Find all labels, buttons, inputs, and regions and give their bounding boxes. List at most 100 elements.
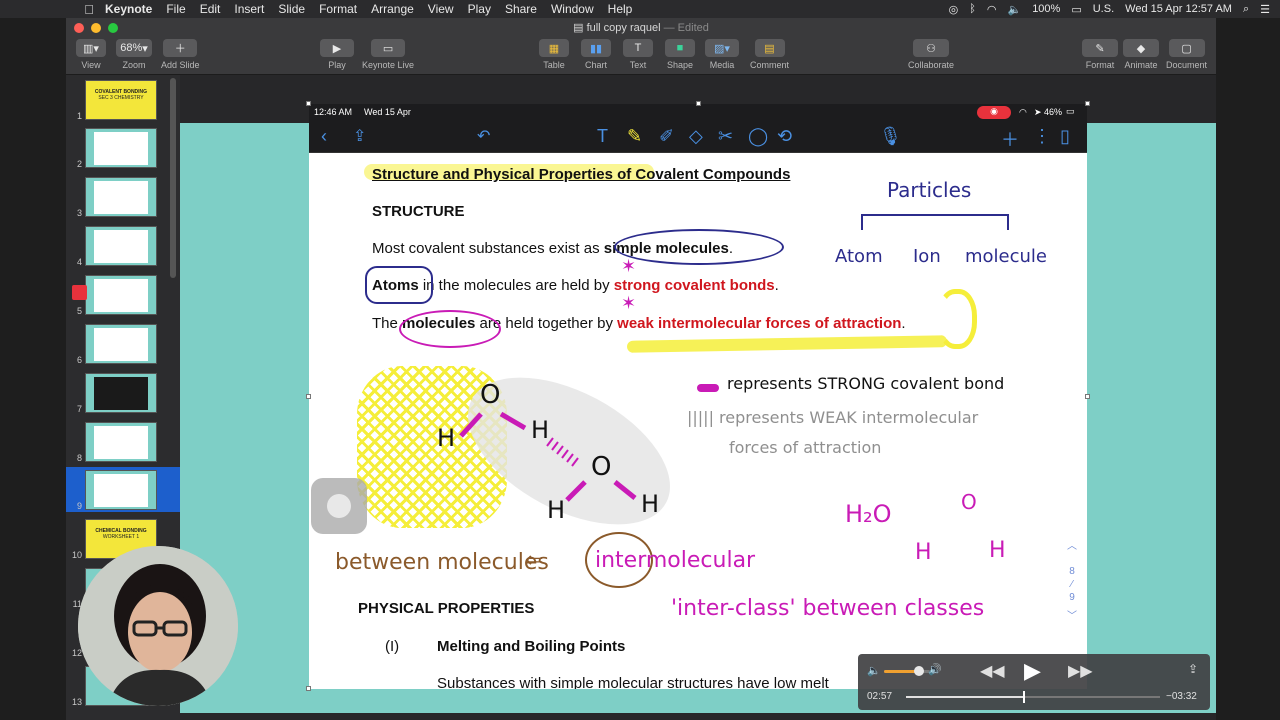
- page-up-icon[interactable]: ︿: [1061, 540, 1083, 553]
- keynote-live-button[interactable]: ▭ Keynote Live: [362, 39, 414, 70]
- atoms-circle: [365, 266, 433, 304]
- slide-thumbnail-7[interactable]: 7: [66, 370, 180, 415]
- slide-thumbnail-2[interactable]: 2: [66, 125, 180, 170]
- page-down-icon[interactable]: ﹀: [1061, 610, 1083, 623]
- more-options-icon[interactable]: ⋮: [1033, 126, 1051, 147]
- menu-share[interactable]: Share: [498, 2, 544, 16]
- volume-icon[interactable]: 🔈: [1007, 3, 1021, 16]
- shape-tool-icon[interactable]: ◯: [748, 126, 768, 147]
- scissors-tool-icon[interactable]: ✂: [718, 126, 733, 147]
- zoom-button[interactable]: 68% ▾ Zoom: [116, 39, 152, 70]
- lasso-tool-icon[interactable]: ⟲: [777, 126, 792, 147]
- media-icon: ▨▾: [705, 39, 739, 57]
- selection-handle[interactable]: [306, 686, 311, 691]
- stop-recording-button[interactable]: [72, 285, 87, 300]
- selection-handle[interactable]: [306, 394, 311, 399]
- assistive-touch-button[interactable]: [311, 478, 367, 534]
- menu-app[interactable]: Keynote: [98, 2, 159, 16]
- share-icon[interactable]: ⇪: [1188, 662, 1198, 676]
- wifi-icon[interactable]: ◠: [987, 3, 997, 16]
- animate-button[interactable]: ◆ Animate: [1123, 39, 1159, 70]
- view-button[interactable]: ▥▾ View: [76, 39, 106, 70]
- add-slide-button[interactable]: ＋ Add Slide: [161, 39, 200, 70]
- slide-thumbnail-9[interactable]: 9: [66, 467, 180, 512]
- play-icon: ▶: [320, 39, 354, 57]
- mini-hydrogen: H: [989, 538, 1006, 563]
- menu-arrange[interactable]: Arrange: [364, 2, 421, 16]
- volume-high-icon[interactable]: 🔊: [928, 663, 942, 676]
- pen-tool-icon[interactable]: ✐: [659, 126, 674, 147]
- selection-handle[interactable]: [1085, 394, 1090, 399]
- collaborate-icon: ⚇: [913, 39, 950, 57]
- bluetooth-icon[interactable]: ᛒ: [969, 3, 976, 15]
- volume-knob[interactable]: [913, 666, 924, 676]
- format-button[interactable]: ✎ Format: [1082, 39, 1118, 70]
- clock[interactable]: Wed 15 Apr 12:57 AM: [1125, 3, 1232, 15]
- eraser-tool-icon[interactable]: ◇: [689, 126, 703, 147]
- battery-percent[interactable]: 100%: [1032, 3, 1060, 15]
- page-view-icon[interactable]: ▯: [1060, 126, 1070, 147]
- menu-edit[interactable]: Edit: [193, 2, 228, 16]
- navigator-scrollbar[interactable]: [170, 78, 176, 278]
- text-button[interactable]: T Text: [623, 39, 653, 70]
- undo-icon[interactable]: ↶: [477, 126, 490, 146]
- covalent-bond: [459, 412, 483, 438]
- rewind-icon[interactable]: ◀◀: [980, 661, 1005, 681]
- input-source[interactable]: U.S.: [1093, 3, 1114, 15]
- comment-button[interactable]: ▤ Comment: [750, 39, 789, 70]
- volume-slider[interactable]: [884, 666, 930, 676]
- selection-handle[interactable]: [1085, 101, 1090, 106]
- add-page-icon[interactable]: ＋: [1001, 126, 1019, 152]
- menu-window[interactable]: Window: [544, 2, 601, 16]
- slide-thumbnail-1[interactable]: COVALENT BONDING SEC 3 CHEMISTRY 1: [66, 77, 180, 122]
- selection-handle[interactable]: [696, 101, 701, 106]
- creative-cloud-icon[interactable]: ◎: [949, 3, 959, 16]
- mini-hydrogen: H: [915, 540, 932, 565]
- keynote-live-label: Keynote Live: [362, 60, 415, 70]
- menu-help[interactable]: Help: [601, 2, 640, 16]
- back-icon[interactable]: ‹: [321, 126, 327, 147]
- menu-file[interactable]: File: [159, 2, 192, 16]
- menu-slide[interactable]: Slide: [271, 2, 312, 16]
- document-name: full copy raquel: [586, 22, 661, 34]
- plus-icon: ＋: [163, 39, 198, 57]
- selection-handle[interactable]: [306, 101, 311, 106]
- highlighter-tool-icon[interactable]: ✎: [627, 126, 642, 147]
- sidebar-icon: ▥▾: [76, 39, 106, 57]
- table-button[interactable]: ▦ Table: [539, 39, 569, 70]
- apple-icon[interactable]: : [80, 2, 98, 17]
- collaborate-button[interactable]: ⚇ Collaborate: [908, 39, 954, 70]
- menu-view[interactable]: View: [421, 2, 461, 16]
- page-indicator[interactable]: ︿ 8 ⁄ 9 ﹀: [1061, 540, 1083, 623]
- volume-low-icon[interactable]: 🔈: [867, 664, 881, 677]
- slide-thumbnail-4[interactable]: 4: [66, 223, 180, 268]
- screen-record-indicator[interactable]: ◉: [977, 106, 1011, 119]
- microphone-icon[interactable]: 🎙: [879, 126, 902, 147]
- control-center-icon[interactable]: ☰: [1260, 3, 1270, 16]
- shape-button[interactable]: ■ Shape: [665, 39, 695, 70]
- slide-thumbnail-3[interactable]: 3: [66, 174, 180, 219]
- scrubber-playhead[interactable]: [1022, 691, 1025, 703]
- between-molecules-note: between molecules: [335, 550, 549, 575]
- video-scrubber[interactable]: [906, 691, 1160, 703]
- chart-button[interactable]: ▮▮ Chart: [581, 39, 611, 70]
- share-icon[interactable]: ⇪: [353, 126, 366, 146]
- oxygen-atom: O: [480, 380, 501, 410]
- current-page: 8: [1069, 566, 1075, 577]
- fast-forward-icon[interactable]: ▶▶: [1068, 661, 1093, 681]
- ipad-screenshot[interactable]: 12:46 AM Wed 15 Apr ◉ ◠ ➤ 46% ▭ ‹ ⇪ ↶ T …: [309, 104, 1087, 689]
- menu-play[interactable]: Play: [461, 2, 498, 16]
- play-icon[interactable]: ▶: [1024, 658, 1041, 684]
- slide-thumbnail-8[interactable]: 8: [66, 419, 180, 464]
- text-tool-icon[interactable]: T: [597, 126, 608, 147]
- media-button[interactable]: ▨▾ Media: [705, 39, 739, 70]
- slide-number: 4: [76, 257, 82, 267]
- document-button[interactable]: ▢ Document: [1166, 39, 1207, 70]
- menu-insert[interactable]: Insert: [227, 2, 271, 16]
- menu-format[interactable]: Format: [312, 2, 364, 16]
- slide-thumbnail-6[interactable]: 6: [66, 321, 180, 366]
- spotlight-search-icon[interactable]: ⌕: [1243, 3, 1249, 16]
- covalent-bond: [613, 480, 637, 500]
- play-button[interactable]: ▶ Play: [320, 39, 354, 70]
- star-icon: ✶: [621, 256, 637, 277]
